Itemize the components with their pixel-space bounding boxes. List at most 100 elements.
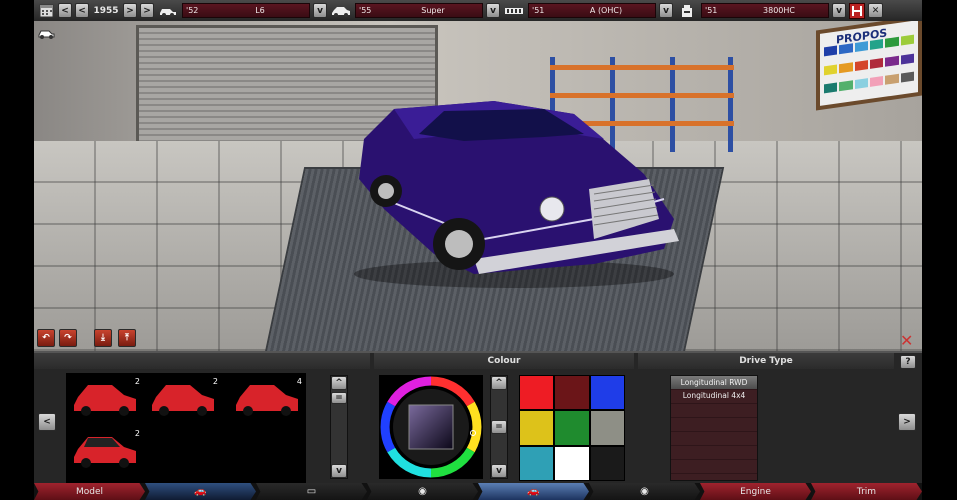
board-colour-swatch bbox=[900, 34, 914, 46]
board-colour-swatch bbox=[854, 59, 868, 71]
colour-swatch[interactable] bbox=[555, 376, 589, 410]
year-next-button[interactable]: > bbox=[123, 3, 137, 18]
models-scroll-down-button[interactable]: v bbox=[331, 464, 347, 478]
save-icon[interactable] bbox=[849, 2, 865, 19]
engine-icon: ▭ bbox=[306, 486, 317, 497]
colour-swatch[interactable] bbox=[590, 376, 624, 410]
colour-swatch[interactable] bbox=[520, 376, 554, 410]
model-item[interactable]: 2 bbox=[72, 377, 140, 421]
tab-0[interactable]: Model bbox=[34, 483, 145, 500]
body-dropdown-button[interactable]: v bbox=[486, 3, 500, 18]
car-side-icon: 🚗 bbox=[194, 486, 207, 497]
year-prev-button[interactable]: < bbox=[75, 3, 89, 18]
reset-view-icon[interactable]: ✕ bbox=[900, 331, 918, 350]
chassis-dropdown-button[interactable]: v bbox=[313, 3, 327, 18]
camera-icon[interactable] bbox=[37, 26, 55, 44]
colour-swatch[interactable] bbox=[590, 411, 624, 445]
colour-header: Colour bbox=[374, 353, 634, 369]
drive-option-rwd[interactable]: Longitudinal RWD bbox=[671, 376, 757, 389]
year-last-button[interactable]: > bbox=[140, 3, 154, 18]
tab-5[interactable]: ◉ bbox=[589, 483, 700, 500]
board-colour-swatch bbox=[839, 61, 853, 73]
year-value: 1955 bbox=[93, 5, 119, 16]
model-list: 2 2 4 2 bbox=[66, 373, 306, 483]
car-model bbox=[354, 101, 679, 288]
engine-dropdown-button[interactable]: v bbox=[659, 3, 673, 18]
engine-block-dropdown-button[interactable]: v bbox=[832, 3, 846, 18]
calendar-icon[interactable] bbox=[37, 2, 55, 19]
board-colour-swatch bbox=[824, 45, 838, 57]
model-item[interactable]: 2 bbox=[150, 377, 218, 421]
raise-icon: ⤒ bbox=[125, 333, 129, 343]
models-prev-button[interactable]: < bbox=[38, 413, 56, 431]
board-colour-swatch bbox=[869, 76, 884, 88]
top-toolbar: < < 1955 > > '52 L6 v '55 Super v '51 A … bbox=[34, 0, 922, 21]
board-colour-swatch bbox=[824, 82, 838, 94]
help-button[interactable]: ? bbox=[900, 355, 916, 369]
chassis-icon bbox=[157, 2, 179, 19]
model-item[interactable]: 4 bbox=[234, 377, 302, 421]
board-colour-swatch bbox=[885, 36, 899, 48]
board-colour-swatch bbox=[839, 80, 853, 92]
tab-7[interactable]: Trim bbox=[811, 483, 922, 500]
body-selector[interactable]: '55 Super bbox=[355, 3, 483, 18]
board-colour-swatch bbox=[885, 74, 899, 86]
engine-selector[interactable]: '51 A (OHC) bbox=[528, 3, 656, 18]
year-first-button[interactable]: < bbox=[58, 3, 72, 18]
models-header bbox=[34, 353, 370, 369]
board-colour-swatch bbox=[824, 64, 838, 75]
tab-label: Trim bbox=[856, 486, 877, 497]
colour-wheel-picker[interactable] bbox=[379, 375, 483, 479]
models-scroll-thumb[interactable]: = bbox=[331, 392, 347, 404]
models-scroll-up-button[interactable]: ^ bbox=[331, 376, 347, 390]
rotate-right-icon: ↷ bbox=[64, 333, 72, 343]
lower-car-button[interactable]: ⤓ bbox=[94, 329, 112, 347]
tab-label: Model bbox=[75, 486, 104, 497]
headlight-icon: ◉ bbox=[640, 486, 649, 497]
models-scrollbar[interactable]: ^ = v bbox=[330, 375, 348, 479]
colour-scroll-down-button[interactable]: v bbox=[491, 464, 507, 478]
colour-scroll-thumb[interactable]: = bbox=[491, 420, 507, 434]
colour-swatch[interactable] bbox=[520, 411, 554, 445]
model-item[interactable]: 2 bbox=[72, 429, 140, 473]
tab-3[interactable]: ◉ bbox=[367, 483, 478, 500]
close-icon: ✕ bbox=[871, 5, 880, 16]
tab-label: Engine bbox=[740, 486, 771, 497]
models-next-button[interactable]: > bbox=[898, 413, 916, 431]
designer-tab-bar: Model 🚗 ▭ ◉ 🚗 ◉ Engine Trim bbox=[34, 483, 922, 500]
drive-type-header: Drive Type bbox=[638, 353, 894, 369]
board-colour-swatch bbox=[900, 72, 914, 83]
tab-2[interactable]: ▭ bbox=[256, 483, 367, 500]
headlight-icon: ◉ bbox=[418, 486, 427, 497]
colour-swatch[interactable] bbox=[555, 411, 589, 445]
board-colour-swatch bbox=[885, 55, 899, 67]
drive-type-list: Longitudinal RWD Longitudinal 4x4 bbox=[670, 375, 758, 481]
board-colour-swatch bbox=[900, 53, 914, 65]
raise-car-button[interactable]: ⤒ bbox=[118, 329, 136, 347]
engine-block-icon bbox=[676, 2, 698, 19]
colour-swatch[interactable] bbox=[590, 446, 624, 480]
rotate-right-button[interactable]: ↷ bbox=[59, 329, 77, 347]
colour-proposal-board: PROPOS bbox=[816, 21, 922, 111]
car-3d-viewport[interactable]: PROPOS ^ v ↶ ↷ ⤓ ⤒ ✕ bbox=[34, 21, 922, 351]
colour-swatch[interactable] bbox=[555, 446, 589, 480]
customisation-panel: Colour Drive Type ? < 2 2 4 2 ^ = v ^ = … bbox=[34, 351, 922, 483]
rotate-left-icon: ↶ bbox=[42, 333, 50, 343]
engine-icon bbox=[503, 2, 525, 19]
board-colour-swatch bbox=[869, 57, 884, 69]
engine-block-selector[interactable]: '51 3800HC bbox=[701, 3, 829, 18]
colour-swatch[interactable] bbox=[520, 446, 554, 480]
chassis-selector[interactable]: '52 L6 bbox=[182, 3, 310, 18]
tab-1[interactable]: 🚗 bbox=[145, 483, 256, 500]
tab-4[interactable]: 🚗 bbox=[478, 483, 589, 500]
colour-scrollbar[interactable]: ^ = v bbox=[490, 375, 508, 479]
tab-6[interactable]: Engine bbox=[700, 483, 811, 500]
car-body-icon: 🚗 bbox=[527, 486, 540, 497]
rotate-left-button[interactable]: ↶ bbox=[37, 329, 55, 347]
close-button[interactable]: ✕ bbox=[868, 3, 883, 18]
drive-option-4x4[interactable]: Longitudinal 4x4 bbox=[671, 389, 757, 402]
body-icon bbox=[330, 2, 352, 19]
board-colour-swatch bbox=[854, 78, 868, 90]
lower-icon: ⤓ bbox=[101, 333, 105, 343]
colour-scroll-up-button[interactable]: ^ bbox=[491, 376, 507, 390]
